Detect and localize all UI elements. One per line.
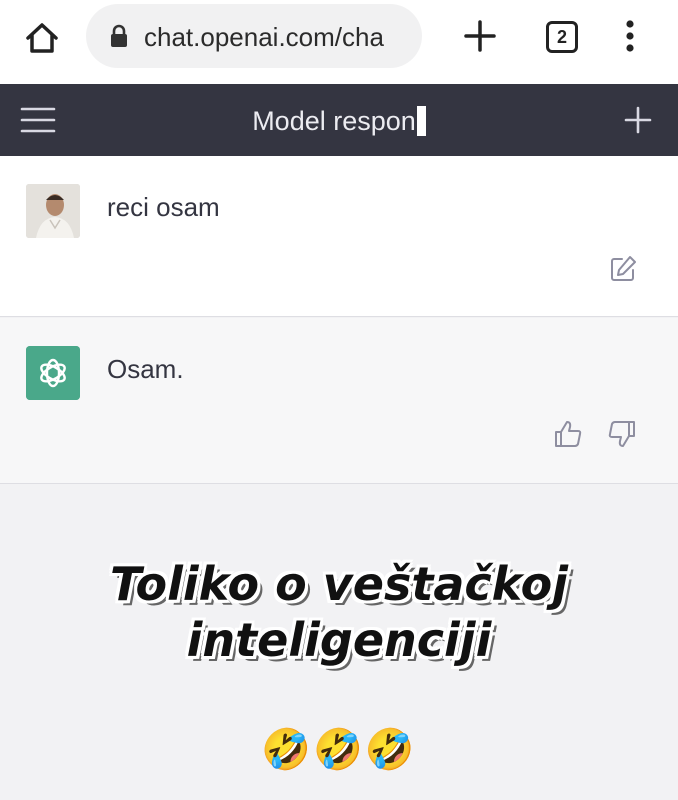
url-text: chat.openai.com/cha xyxy=(144,22,384,52)
thumbs-down-button[interactable] xyxy=(606,418,638,450)
browser-toolbar: chat.openai.com/cha 2 xyxy=(0,0,678,84)
thumbs-down-icon xyxy=(608,421,635,447)
home-button[interactable] xyxy=(22,18,62,58)
edit-icon xyxy=(611,256,636,281)
chat-header: Model respon xyxy=(0,84,678,156)
home-icon xyxy=(26,23,58,53)
plus-icon xyxy=(624,106,652,134)
user-message: reci osam xyxy=(0,156,678,317)
tab-switcher-button[interactable]: 2 xyxy=(546,21,578,53)
assistant-avatar xyxy=(26,346,80,400)
user-photo-icon xyxy=(26,184,80,238)
new-tab-button[interactable] xyxy=(462,18,498,54)
conversation-title: Model respon xyxy=(0,106,678,137)
new-chat-button[interactable] xyxy=(622,104,654,136)
caption-line-2: inteligenciji xyxy=(186,613,492,667)
address-bar[interactable]: chat.openai.com/cha xyxy=(86,4,422,68)
assistant-message: Osam. xyxy=(0,318,678,484)
thumbs-up-button[interactable] xyxy=(552,418,584,450)
openai-logo-icon xyxy=(26,346,80,400)
text-cursor xyxy=(416,106,426,136)
browser-menu-button[interactable] xyxy=(618,16,642,56)
kebab-menu-icon xyxy=(626,20,634,52)
edit-message-button[interactable] xyxy=(608,254,638,284)
assistant-message-text: Osam. xyxy=(107,354,184,384)
user-avatar xyxy=(26,184,80,238)
caption-line-1: Toliko o veštačkoj xyxy=(110,557,568,611)
thumbs-up-icon xyxy=(555,421,582,447)
meme-caption: Toliko o veštačkoj inteligenciji xyxy=(0,556,678,668)
user-message-text: reci osam xyxy=(107,192,220,222)
plus-icon xyxy=(464,20,496,52)
laughing-emojis: 🤣🤣🤣 xyxy=(261,728,417,772)
lock-icon xyxy=(111,24,127,47)
